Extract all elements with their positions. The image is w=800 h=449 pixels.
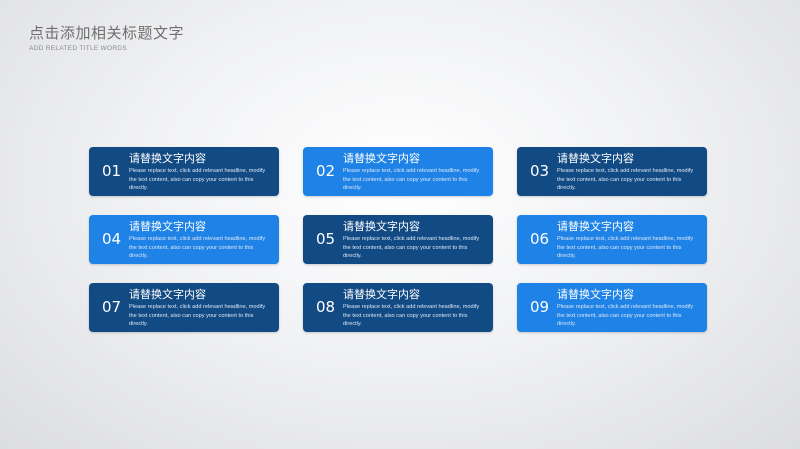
card-number: 05 <box>316 230 336 248</box>
card-05[interactable]: 05 请替换文字内容 Please replace text, click ad… <box>303 215 493 264</box>
page-subtitle[interactable]: ADD RELATED TITLE WORDS <box>29 44 184 53</box>
card-body[interactable]: Please replace text, click add relevant … <box>129 167 269 193</box>
card-04[interactable]: 04 请替换文字内容 Please replace text, click ad… <box>89 215 279 264</box>
card-number: 01 <box>102 162 122 180</box>
card-grid: 01 请替换文字内容 Please replace text, click ad… <box>89 147 707 332</box>
card-heading[interactable]: 请替换文字内容 <box>343 220 420 234</box>
card-heading[interactable]: 请替换文字内容 <box>343 152 420 166</box>
card-01[interactable]: 01 请替换文字内容 Please replace text, click ad… <box>89 147 279 196</box>
card-body[interactable]: Please replace text, click add relevant … <box>343 303 483 329</box>
card-heading[interactable]: 请替换文字内容 <box>129 288 206 302</box>
card-heading[interactable]: 请替换文字内容 <box>129 220 206 234</box>
card-heading[interactable]: 请替换文字内容 <box>557 220 634 234</box>
card-06[interactable]: 06 请替换文字内容 Please replace text, click ad… <box>517 215 707 264</box>
page-title[interactable]: 点击添加相关标题文字 <box>29 24 184 43</box>
card-03[interactable]: 03 请替换文字内容 Please replace text, click ad… <box>517 147 707 196</box>
card-heading[interactable]: 请替换文字内容 <box>343 288 420 302</box>
card-number: 07 <box>102 298 122 316</box>
card-heading[interactable]: 请替换文字内容 <box>557 152 634 166</box>
title-block: 点击添加相关标题文字 ADD RELATED TITLE WORDS <box>29 24 184 53</box>
card-09[interactable]: 09 请替换文字内容 Please replace text, click ad… <box>517 283 707 332</box>
card-02[interactable]: 02 请替换文字内容 Please replace text, click ad… <box>303 147 493 196</box>
card-body[interactable]: Please replace text, click add relevant … <box>343 167 483 193</box>
card-body[interactable]: Please replace text, click add relevant … <box>557 167 697 193</box>
card-number: 08 <box>316 298 336 316</box>
card-number: 03 <box>530 162 550 180</box>
card-heading[interactable]: 请替换文字内容 <box>129 152 206 166</box>
card-number: 09 <box>530 298 550 316</box>
card-heading[interactable]: 请替换文字内容 <box>557 288 634 302</box>
card-08[interactable]: 08 请替换文字内容 Please replace text, click ad… <box>303 283 493 332</box>
card-body[interactable]: Please replace text, click add relevant … <box>129 303 269 329</box>
card-body[interactable]: Please replace text, click add relevant … <box>129 235 269 261</box>
card-number: 02 <box>316 162 336 180</box>
card-body[interactable]: Please replace text, click add relevant … <box>557 235 697 261</box>
card-number: 06 <box>530 230 550 248</box>
card-body[interactable]: Please replace text, click add relevant … <box>557 303 697 329</box>
card-body[interactable]: Please replace text, click add relevant … <box>343 235 483 261</box>
card-07[interactable]: 07 请替换文字内容 Please replace text, click ad… <box>89 283 279 332</box>
card-number: 04 <box>102 230 122 248</box>
